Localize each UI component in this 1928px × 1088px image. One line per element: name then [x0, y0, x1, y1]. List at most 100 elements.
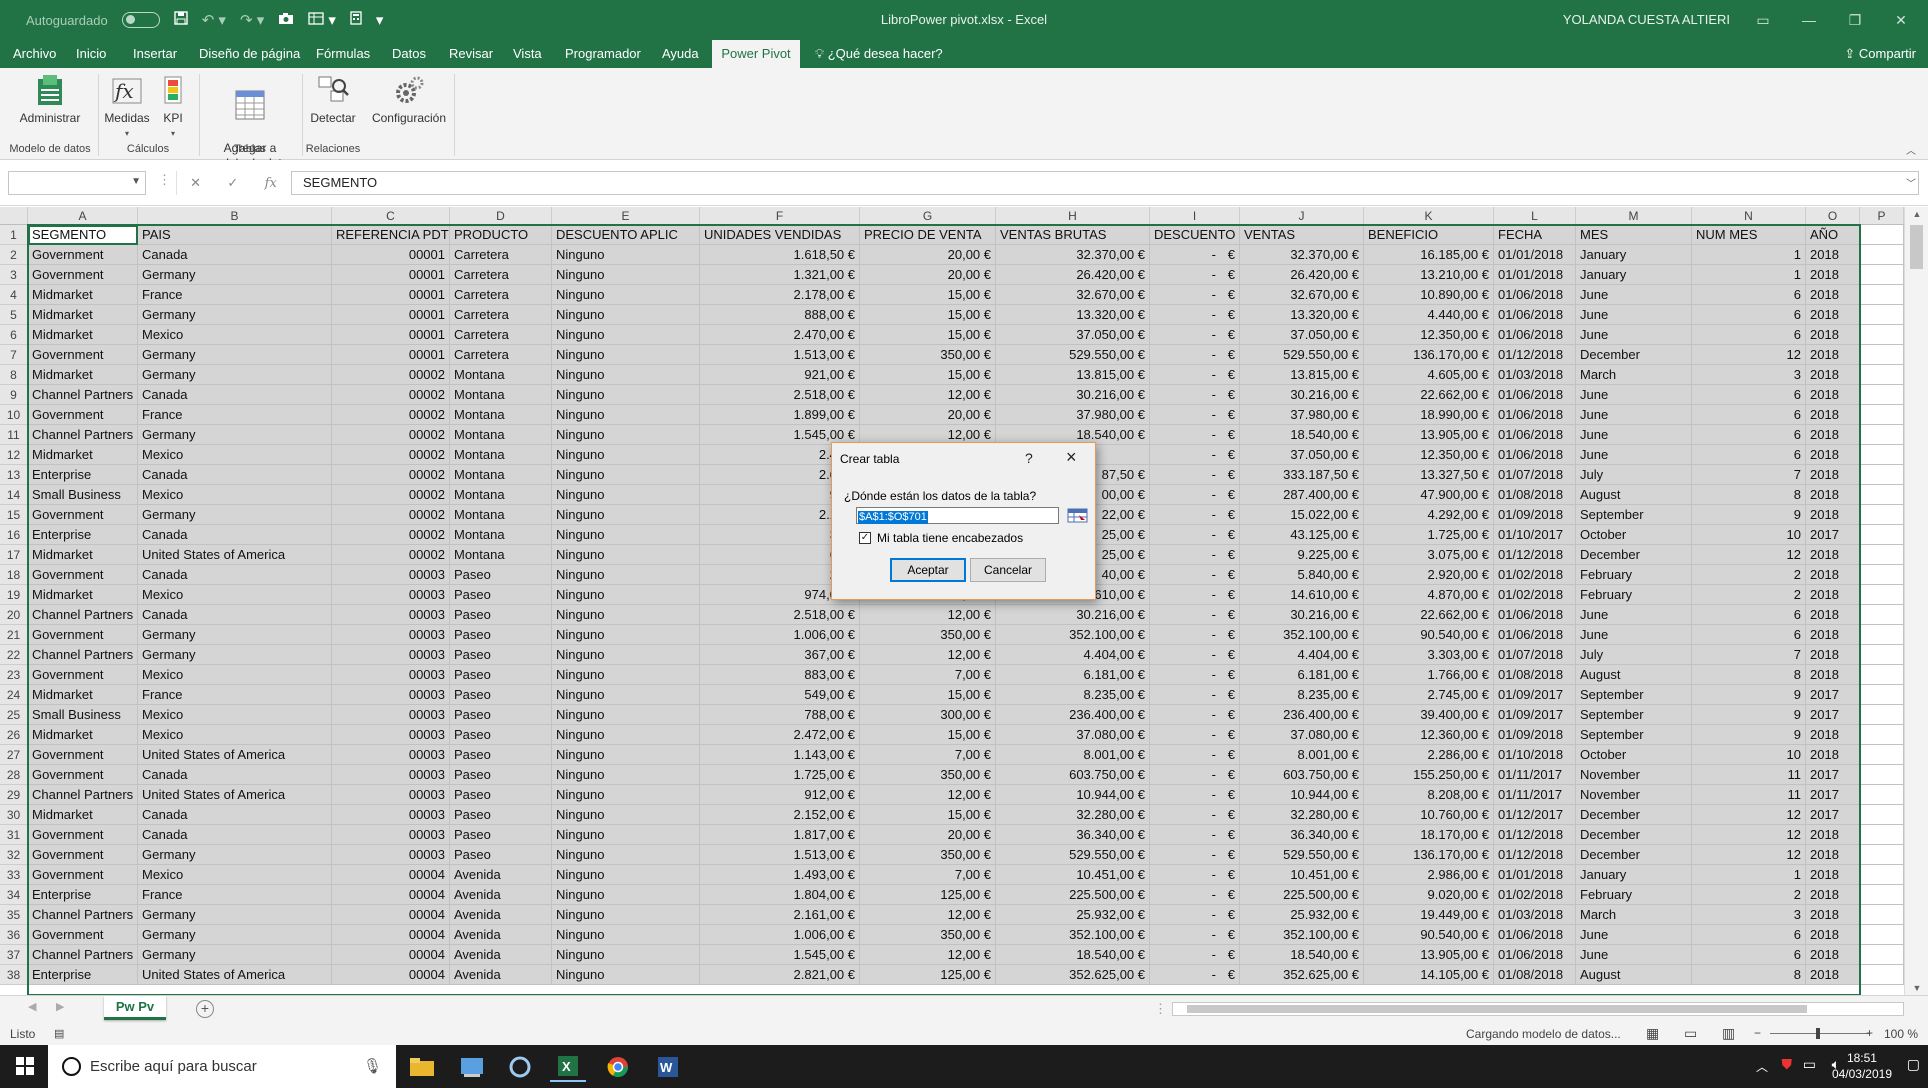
- table-cell[interactable]: 2018: [1806, 505, 1860, 525]
- table-cell[interactable]: Canada: [138, 825, 332, 845]
- table-cell[interactable]: 00003: [332, 745, 450, 765]
- table-cell[interactable]: June: [1576, 305, 1692, 325]
- table-cell[interactable]: 333.187,50 €: [1240, 465, 1364, 485]
- table-cell[interactable]: €: [1222, 965, 1240, 985]
- table-cell[interactable]: 2.470,00 €: [700, 325, 860, 345]
- table-cell[interactable]: 2: [1692, 885, 1806, 905]
- empty-cell[interactable]: [1860, 465, 1904, 485]
- table-cell[interactable]: 37.050,00 €: [1240, 325, 1364, 345]
- table-cell[interactable]: June: [1576, 285, 1692, 305]
- table-cell[interactable]: 13.320,00 €: [1240, 305, 1364, 325]
- table-cell[interactable]: 12: [1692, 845, 1806, 865]
- table-cell[interactable]: 6: [1692, 605, 1806, 625]
- table-cell[interactable]: 00001: [332, 245, 450, 265]
- table-cell[interactable]: 9.020,00 €: [1364, 885, 1494, 905]
- table-cell[interactable]: 37.050,00 €: [1240, 445, 1364, 465]
- table-cell[interactable]: -: [1150, 685, 1222, 705]
- table-cell[interactable]: Ninguno: [552, 885, 700, 905]
- table-cell[interactable]: Avenida: [450, 945, 552, 965]
- table-cell[interactable]: 12: [1692, 345, 1806, 365]
- table-cell[interactable]: 00002: [332, 465, 450, 485]
- table-cell[interactable]: 18.540,00 €: [1240, 945, 1364, 965]
- table-cell[interactable]: 22.662,00 €: [1364, 605, 1494, 625]
- table-cell[interactable]: 6: [1692, 425, 1806, 445]
- table-cell[interactable]: 9: [1692, 725, 1806, 745]
- table-cell[interactable]: -: [1150, 545, 1222, 565]
- table-cell[interactable]: 2.518,00 €: [700, 385, 860, 405]
- table-cell[interactable]: 00001: [332, 325, 450, 345]
- table-cell[interactable]: Germany: [138, 925, 332, 945]
- table-cell[interactable]: 367,00 €: [700, 645, 860, 665]
- empty-cell[interactable]: [1860, 405, 1904, 425]
- table-cell[interactable]: January: [1576, 245, 1692, 265]
- column-header-b[interactable]: B: [138, 207, 332, 225]
- table-cell[interactable]: 32.280,00 €: [996, 805, 1150, 825]
- table-cell[interactable]: Midmarket: [28, 305, 138, 325]
- empty-cell[interactable]: [1860, 725, 1904, 745]
- table-cell[interactable]: Carretera: [450, 325, 552, 345]
- table-cell[interactable]: 15,00 €: [860, 685, 996, 705]
- scroll-up-icon[interactable]: ▲: [1905, 209, 1928, 219]
- tell-me-search[interactable]: 💡︎ ¿Qué desea hacer?: [806, 40, 952, 68]
- table-cell[interactable]: Montana: [450, 385, 552, 405]
- empty-cell[interactable]: [1860, 745, 1904, 765]
- table-cell[interactable]: 01/09/2017: [1494, 685, 1576, 705]
- table-cell[interactable]: €: [1222, 805, 1240, 825]
- column-header-d[interactable]: D: [450, 207, 552, 225]
- row-header[interactable]: 33: [0, 865, 28, 885]
- table-cell[interactable]: Government: [28, 765, 138, 785]
- empty-cell[interactable]: [1860, 425, 1904, 445]
- table-cell[interactable]: 2018: [1806, 465, 1860, 485]
- table-cell[interactable]: 1.006,00 €: [700, 925, 860, 945]
- table-cell[interactable]: Government: [28, 245, 138, 265]
- close-icon[interactable]: ×: [1066, 447, 1077, 468]
- empty-cell[interactable]: [1860, 765, 1904, 785]
- table-cell[interactable]: €: [1222, 325, 1240, 345]
- table-cell[interactable]: 01/06/2018: [1494, 425, 1576, 445]
- table-cell[interactable]: 14.105,00 €: [1364, 965, 1494, 985]
- table-cell[interactable]: France: [138, 685, 332, 705]
- table-cell[interactable]: €: [1222, 365, 1240, 385]
- table-cell[interactable]: 26.420,00 €: [1240, 265, 1364, 285]
- table-cell[interactable]: 2018: [1806, 745, 1860, 765]
- table-cell[interactable]: January: [1576, 865, 1692, 885]
- table-cell[interactable]: November: [1576, 785, 1692, 805]
- table-cell[interactable]: 32.370,00 €: [1240, 245, 1364, 265]
- empty-cell[interactable]: [1860, 945, 1904, 965]
- page-break-view-icon[interactable]: ▥: [1722, 1025, 1735, 1042]
- table-cell[interactable]: 13.905,00 €: [1364, 945, 1494, 965]
- table-cell[interactable]: Paseo: [450, 685, 552, 705]
- column-header-k[interactable]: K: [1364, 207, 1494, 225]
- table-cell[interactable]: Channel Partners: [28, 605, 138, 625]
- row-header[interactable]: 27: [0, 745, 28, 765]
- table-header-cell[interactable]: DESCUENTO: [1150, 225, 1240, 245]
- table-cell[interactable]: €: [1222, 685, 1240, 705]
- table-cell[interactable]: 00003: [332, 825, 450, 845]
- table-cell[interactable]: Small Business: [28, 485, 138, 505]
- table-cell[interactable]: Canada: [138, 765, 332, 785]
- table-cell[interactable]: 00004: [332, 865, 450, 885]
- tab-ayuda[interactable]: Ayuda: [653, 40, 708, 68]
- table-cell[interactable]: 236.400,00 €: [996, 705, 1150, 725]
- table-cell[interactable]: Ninguno: [552, 925, 700, 945]
- table-cell[interactable]: 11: [1692, 765, 1806, 785]
- table-cell[interactable]: 529.550,00 €: [996, 845, 1150, 865]
- configuration-button[interactable]: Configuración: [368, 72, 450, 126]
- table-cell[interactable]: Enterprise: [28, 465, 138, 485]
- table-cell[interactable]: 00003: [332, 665, 450, 685]
- table-cell[interactable]: 350,00 €: [860, 625, 996, 645]
- form-icon[interactable]: ▾: [308, 11, 336, 29]
- table-cell[interactable]: 2.286,00 €: [1364, 745, 1494, 765]
- table-header-cell[interactable]: VENTAS: [1240, 225, 1364, 245]
- scroll-down-icon[interactable]: ▼: [1905, 983, 1928, 993]
- table-cell[interactable]: Ninguno: [552, 645, 700, 665]
- table-cell[interactable]: -: [1150, 465, 1222, 485]
- table-cell[interactable]: -: [1150, 285, 1222, 305]
- table-cell[interactable]: 2017: [1806, 525, 1860, 545]
- table-cell[interactable]: United States of America: [138, 545, 332, 565]
- table-cell[interactable]: 00002: [332, 485, 450, 505]
- table-cell[interactable]: 350,00 €: [860, 345, 996, 365]
- table-cell[interactable]: Government: [28, 345, 138, 365]
- table-cell[interactable]: Paseo: [450, 725, 552, 745]
- table-cell[interactable]: 1.513,00 €: [700, 345, 860, 365]
